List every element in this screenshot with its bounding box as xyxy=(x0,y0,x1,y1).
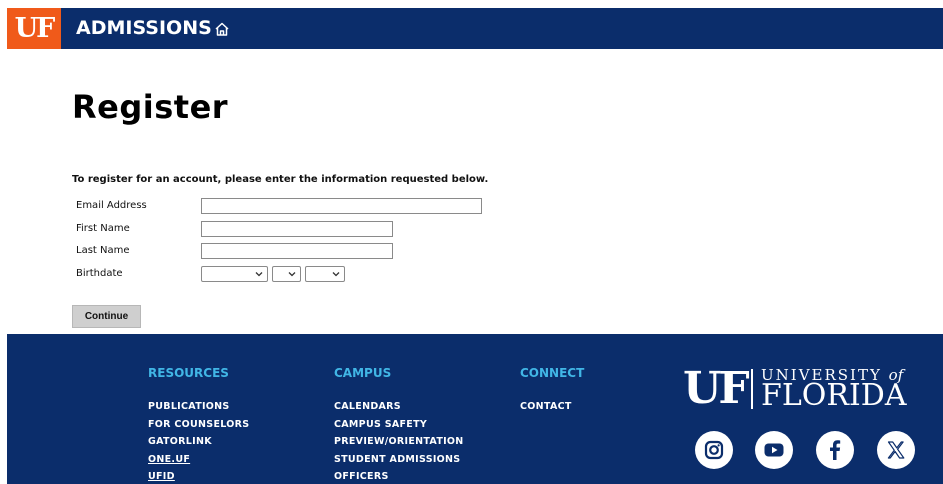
first-name-label: First Name xyxy=(76,223,130,234)
last-name-label: Last Name xyxy=(76,245,130,256)
intro-text: To register for an account, please enter… xyxy=(72,174,489,185)
email-field[interactable] xyxy=(201,198,482,214)
birth-year-select[interactable] xyxy=(305,266,345,282)
footer-link[interactable]: FOR COUNSELORS xyxy=(148,416,249,434)
resources-links: PUBLICATIONS FOR COUNSELORS GATORLINK ON… xyxy=(148,398,249,484)
footer-link[interactable]: PUBLICATIONS xyxy=(148,398,249,416)
continue-button[interactable]: Continue xyxy=(72,305,141,328)
email-label: Email Address xyxy=(76,200,147,211)
footer-link[interactable]: UFID xyxy=(148,468,249,484)
campus-links: CALENDARS CAMPUS SAFETY PREVIEW/ORIENTAT… xyxy=(334,398,464,484)
site-header: UF ADMISSIONS xyxy=(7,8,943,49)
wordmark-florida: FLORIDA xyxy=(761,378,907,413)
uf-logo[interactable]: UF xyxy=(7,8,61,49)
birth-day-select[interactable] xyxy=(272,266,301,282)
facebook-icon[interactable] xyxy=(816,431,854,469)
chevron-down-icon xyxy=(255,272,263,277)
footer-link[interactable]: ONE.UF xyxy=(148,451,249,469)
first-name-field[interactable] xyxy=(201,221,393,237)
footer-link[interactable]: CONTACT xyxy=(520,398,572,416)
site-footer: RESOURCES PUBLICATIONS FOR COUNSELORS GA… xyxy=(7,334,943,484)
page-title: Register xyxy=(72,88,229,126)
footer-link[interactable]: OFFICERS xyxy=(334,468,464,484)
wordmark-divider xyxy=(751,369,753,409)
chevron-down-icon xyxy=(332,272,340,277)
footer-link-label: UFID xyxy=(148,471,175,482)
footer-link[interactable]: CALENDARS xyxy=(334,398,464,416)
university-of-florida-wordmark[interactable]: UF UNIVERSITY of FLORIDA xyxy=(683,364,929,414)
site-title[interactable]: ADMISSIONS xyxy=(76,8,212,49)
campus-heading: CAMPUS xyxy=(334,366,392,380)
wordmark-uf: UF xyxy=(683,363,750,414)
connect-heading: CONNECT xyxy=(520,366,585,380)
footer-link-label: ONE.UF xyxy=(148,453,191,465)
home-icon[interactable] xyxy=(214,21,230,37)
x-icon[interactable] xyxy=(877,431,915,469)
top-strip xyxy=(0,0,943,8)
chevron-down-icon xyxy=(288,272,296,277)
last-name-field[interactable] xyxy=(201,243,393,259)
footer-link[interactable]: STUDENT ADMISSIONS xyxy=(334,451,464,469)
birthdate-label: Birthdate xyxy=(76,268,123,279)
resources-heading: RESOURCES xyxy=(148,366,229,380)
birth-month-select[interactable] xyxy=(201,266,268,282)
footer-link[interactable]: CAMPUS SAFETY xyxy=(334,416,464,434)
instagram-icon[interactable] xyxy=(695,431,733,469)
connect-links: CONTACT xyxy=(520,398,572,416)
footer-link[interactable]: PREVIEW/ORIENTATION xyxy=(334,433,464,451)
footer-link[interactable]: GATORLINK xyxy=(148,433,249,451)
youtube-icon[interactable] xyxy=(755,431,793,469)
